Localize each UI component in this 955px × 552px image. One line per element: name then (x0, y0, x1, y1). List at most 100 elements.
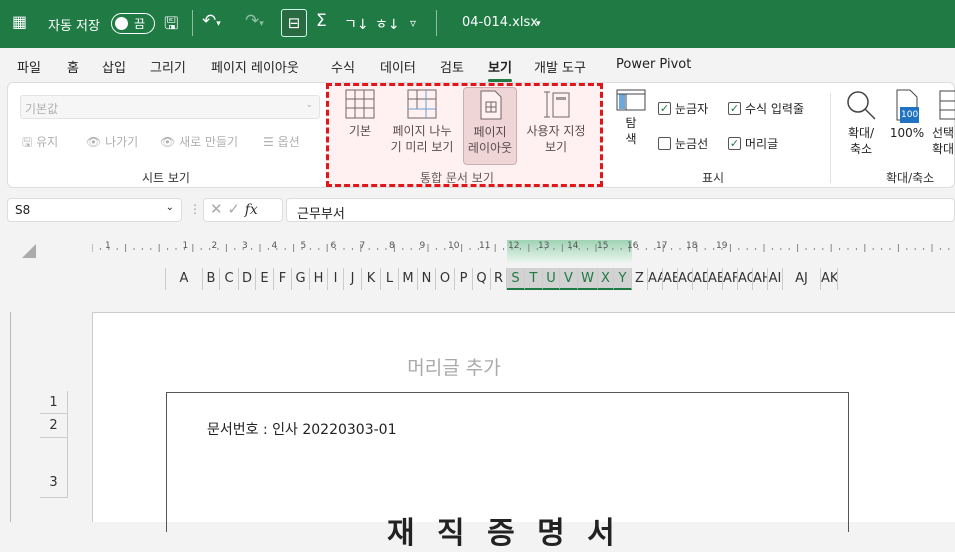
ruler-number: 14 (567, 241, 579, 251)
formula-bar-checkbox[interactable]: ✓ 수식 입력줄 (728, 100, 804, 117)
fx-icon[interactable]: fx (245, 202, 258, 218)
ruler-number: 19 (716, 241, 728, 251)
headings-checkbox[interactable]: ✓ 머리글 (728, 135, 778, 152)
column-header-K[interactable]: K (362, 268, 381, 290)
keep-button[interactable]: 🖫 유지 (22, 133, 58, 154)
select-all-button[interactable] (22, 244, 36, 258)
chevron-down-icon: ⌄ (305, 100, 313, 110)
file-name[interactable]: 04-014.xlsx (462, 15, 538, 30)
page-layout-sheet: 머리글 추가 문서번호 : 인사 20220303-01 재 직 증 명 서 (92, 312, 955, 551)
tab-1[interactable]: 홈 (67, 57, 79, 76)
formula-input[interactable]: 근무부서 (286, 198, 955, 222)
new-view-button[interactable]: 👁 새로 만들기 (160, 133, 238, 150)
group-label-show: 표시 (702, 171, 725, 185)
page-layout-qat-icon[interactable]: ⊟ (281, 9, 307, 37)
autosave-label: 자동 저장 (48, 19, 100, 34)
sort-descending-icon[interactable]: ㅎ↓ (375, 14, 400, 34)
doc-number[interactable]: 문서번호 : 인사 20220303-01 (207, 419, 396, 439)
zoom-to-selection-button[interactable]: 선택 확대 (932, 89, 955, 157)
tab-0[interactable]: 파일 (17, 57, 41, 76)
row-header-2[interactable]: 2 (40, 414, 68, 438)
row-header-1[interactable]: 1 (40, 391, 68, 414)
header-placeholder[interactable]: 머리글 추가 (93, 353, 955, 380)
column-header-P[interactable]: P (455, 268, 473, 290)
column-header-S[interactable]: S (507, 268, 525, 290)
ruler-number: 1 (182, 241, 189, 251)
column-header-L[interactable]: L (381, 268, 399, 290)
doc-title[interactable]: 재 직 증 명 서 (387, 508, 621, 552)
ruler-number: 11 (479, 241, 491, 251)
column-header-A[interactable]: A (165, 268, 203, 290)
column-header-M[interactable]: M (399, 268, 418, 290)
undo-icon[interactable]: ↶▾ (202, 11, 221, 31)
column-header-N[interactable]: N (418, 268, 436, 290)
column-header-AB[interactable]: AB (663, 268, 678, 290)
autosave-toggle[interactable]: 끔 (111, 13, 155, 34)
column-header-AE[interactable]: AE (708, 268, 723, 290)
options-button[interactable]: ☰ 옵션 (263, 133, 300, 150)
zoom-100-button[interactable]: 100 100% (886, 89, 928, 141)
tab-10[interactable]: Power Pivot (616, 57, 691, 72)
chevron-down-icon[interactable]: ▾ (536, 19, 541, 29)
menu-bar: 파일 홈 삽입 그리기 페이지 레이아웃 수식 데이터 검토 보기 개발 도구 Power Pivo… (0, 48, 955, 82)
ruler-number: 6 (330, 241, 337, 251)
column-header-U[interactable]: U (543, 268, 560, 290)
column-header-T[interactable]: T (525, 268, 543, 290)
customize-qat-icon[interactable]: ▿ (410, 16, 416, 30)
column-header-X[interactable]: X (598, 268, 614, 290)
tab-6[interactable]: 데이터 (380, 57, 416, 76)
tab-9[interactable]: 개발 도구 (534, 57, 586, 76)
zoom-button[interactable]: 확대/축소 (840, 89, 882, 157)
column-header-C[interactable]: C (220, 268, 239, 290)
autosum-icon[interactable]: Σ (316, 11, 327, 31)
tab-3[interactable]: 그리기 (150, 57, 186, 76)
column-header-AH[interactable]: AH (753, 268, 768, 290)
redo-icon[interactable]: ↷▾ (245, 11, 264, 31)
enter-icon[interactable]: ✓ (227, 200, 240, 218)
gridlines-checkbox[interactable]: 눈금선 (658, 135, 708, 152)
tab-8[interactable]: 보기 (488, 57, 512, 82)
list-icon: ☰ (263, 135, 274, 149)
navigation-button[interactable]: 탐색 (614, 89, 648, 147)
tab-2[interactable]: 삽입 (102, 57, 126, 76)
group-label-sheet-view: 시트 보기 (142, 171, 190, 185)
column-header-V[interactable]: V (560, 268, 578, 290)
column-header-AA[interactable]: AA (648, 268, 663, 290)
column-header-W[interactable]: W (578, 268, 598, 290)
column-header-Y[interactable]: Y (614, 268, 632, 290)
column-header-AD[interactable]: AD (693, 268, 708, 290)
ruler-checkbox[interactable]: ✓ 눈금자 (658, 100, 708, 117)
column-header-E[interactable]: E (256, 268, 274, 290)
save-icon[interactable]: 🖫 (164, 11, 178, 40)
tab-7[interactable]: 검토 (440, 57, 464, 76)
column-header-I[interactable]: I (328, 268, 344, 290)
column-header-G[interactable]: G (292, 268, 310, 290)
sheet-view-dropdown[interactable]: 기본값 ⌄ (20, 95, 320, 119)
tab-5[interactable]: 수식 (331, 57, 355, 76)
column-header-Q[interactable]: Q (473, 268, 491, 290)
column-header-H[interactable]: H (310, 268, 328, 290)
column-header-R[interactable]: R (491, 268, 507, 290)
save-icon: 🖫 (22, 135, 33, 149)
drag-handle-icon[interactable]: ⋮ (189, 202, 201, 216)
column-header-Z[interactable]: Z (632, 268, 648, 290)
column-header-AF[interactable]: AF (723, 268, 738, 290)
column-header-B[interactable]: B (203, 268, 220, 290)
tab-4[interactable]: 페이지 레이아웃 (211, 57, 299, 76)
sort-ascending-icon[interactable]: ㄱ↓ (344, 14, 369, 34)
column-header-O[interactable]: O (436, 268, 455, 290)
row-header-3[interactable]: 3 (40, 438, 68, 498)
column-header-AK[interactable]: AK (821, 268, 838, 290)
column-header-AC[interactable]: AC (678, 268, 693, 290)
exit-button[interactable]: 👁 나가기 (86, 133, 138, 150)
ruler-number: 4 (271, 241, 278, 251)
column-header-F[interactable]: F (274, 268, 292, 290)
column-header-J[interactable]: J (344, 268, 362, 290)
cancel-icon[interactable]: ✕ (210, 200, 223, 218)
column-header-AG[interactable]: AG (738, 268, 753, 290)
name-box[interactable]: S8 ⌄ (7, 198, 182, 222)
column-header-AI[interactable]: AI (768, 268, 783, 290)
ruler-number: 17 (656, 241, 668, 251)
column-header-D[interactable]: D (239, 268, 256, 290)
column-header-AJ[interactable]: AJ (783, 268, 821, 290)
